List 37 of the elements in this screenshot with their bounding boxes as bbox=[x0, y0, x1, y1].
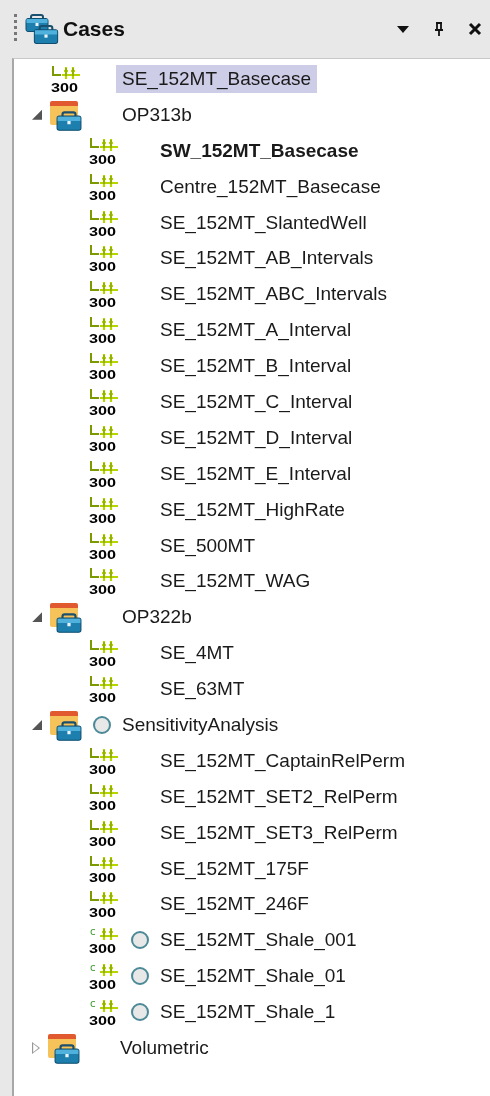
tree-item[interactable]: SE_152MT_B_Interval bbox=[154, 352, 358, 381]
tree-item[interactable]: OP322b bbox=[116, 603, 198, 632]
tree-item[interactable]: SE_152MT_SET2_RelPerm bbox=[154, 782, 404, 811]
tree-item[interactable]: SE_152MT_WAG bbox=[154, 567, 317, 596]
tree-item[interactable]: SE_152MT_C_Interval bbox=[154, 387, 359, 416]
tree-item[interactable]: SE_152MT_Shale_1 bbox=[154, 998, 342, 1027]
tree-item[interactable]: SE_4MT bbox=[154, 639, 240, 668]
tree-item[interactable]: SE_152MT_D_Interval bbox=[154, 423, 359, 452]
folder-briefcase-icon bbox=[48, 1032, 80, 1064]
folder-briefcase-icon bbox=[50, 708, 82, 741]
tree-item[interactable]: SE_152MT_175F bbox=[154, 854, 315, 883]
tree-item[interactable]: SensitivityAnalysis bbox=[116, 710, 285, 739]
tree-item[interactable]: SE_152MT_ABC_Intervals bbox=[154, 280, 394, 309]
tree-item[interactable]: SE_152MT_246F bbox=[154, 890, 315, 919]
tree-item[interactable]: SE_152MT_SET3_RelPerm bbox=[154, 818, 404, 847]
tree-item[interactable]: SE_152MT_SlantedWell bbox=[154, 208, 373, 237]
folder-briefcase-icon bbox=[50, 601, 82, 634]
tree-item[interactable]: SE_152MT_Shale_01 bbox=[154, 962, 352, 991]
tree-item[interactable]: SE_152MT_AB_Intervals bbox=[154, 244, 380, 273]
pin-icon[interactable] bbox=[432, 22, 446, 36]
tree-item[interactable]: SE_500MT bbox=[154, 531, 262, 560]
panel-title: Cases bbox=[63, 17, 125, 41]
close-icon[interactable] bbox=[468, 22, 482, 36]
briefcases-icon bbox=[25, 14, 59, 44]
tree-item[interactable]: Volumetric bbox=[114, 1034, 215, 1062]
tree-item[interactable]: SE_152MT_HighRate bbox=[154, 495, 351, 524]
tree-item[interactable]: SE_152MT_Basecase bbox=[116, 64, 318, 93]
tree-item[interactable]: SW_152MT_Basecase bbox=[154, 136, 365, 165]
tree-item[interactable]: SE_152MT_CaptainRelPerm bbox=[154, 746, 411, 775]
tree-item[interactable]: SE_152MT_A_Interval bbox=[154, 316, 358, 345]
grip-icon[interactable] bbox=[14, 14, 17, 44]
tree-item[interactable]: OP313b bbox=[116, 100, 198, 129]
folder-briefcase-icon bbox=[50, 98, 82, 131]
tree-item[interactable]: SE_63MT bbox=[154, 675, 251, 704]
tree-item[interactable]: Centre_152MT_Basecase bbox=[154, 172, 387, 201]
tree-item[interactable]: SE_152MT_E_Interval bbox=[154, 459, 358, 488]
tree-item[interactable]: SE_152MT_Shale_001 bbox=[154, 926, 363, 955]
